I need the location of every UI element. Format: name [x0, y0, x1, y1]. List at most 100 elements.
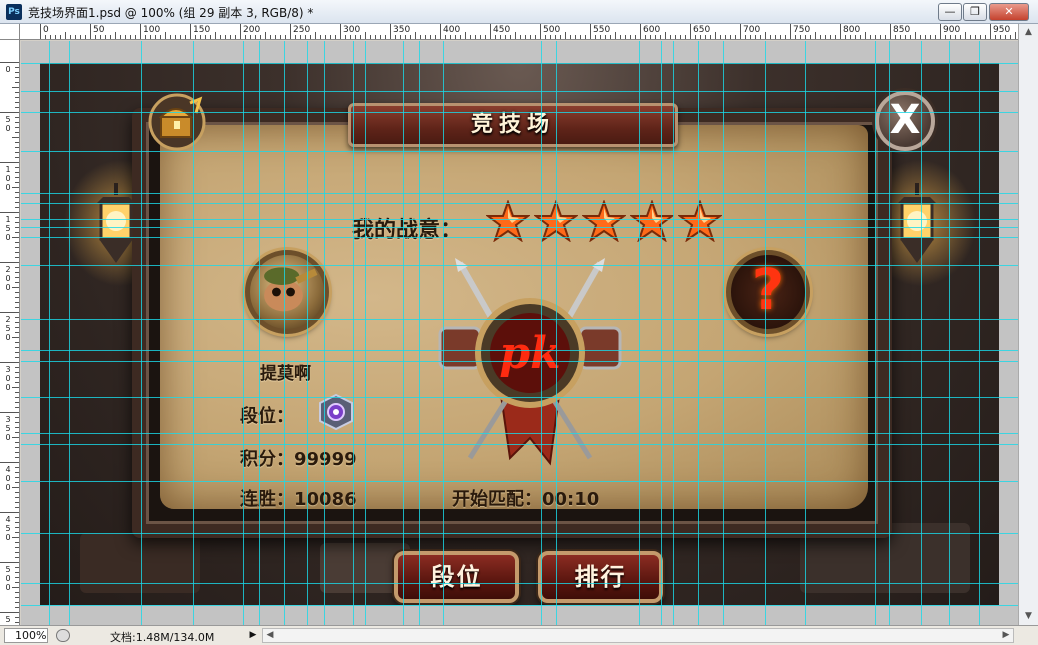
- ruler-minor-tick: [465, 32, 466, 39]
- ruler-minor-tick: [15, 102, 19, 103]
- horizontal-guide-line[interactable]: [21, 91, 1018, 92]
- vertical-guide-line[interactable]: [69, 41, 70, 625]
- ruler-minor-tick: [175, 35, 176, 39]
- vertical-guide-line[interactable]: [353, 41, 354, 625]
- vertical-guide-line[interactable]: [979, 41, 980, 625]
- arena-close-button[interactable]: X: [875, 91, 935, 151]
- player-avatar[interactable]: [245, 250, 329, 334]
- vertical-ruler[interactable]: 0 50 100 150 200 250 300 350 400 450 500 550: [0, 40, 20, 625]
- vertical-guide-line[interactable]: [889, 41, 890, 625]
- zoom-field[interactable]: 100%: [4, 628, 48, 643]
- vertical-guide-line[interactable]: [193, 41, 194, 625]
- horizontal-guide-line[interactable]: [21, 203, 1018, 204]
- horizontal-ruler[interactable]: 0 50 100 150 200 250 300 350 400 450 500 550 600 650 7…: [20, 24, 1020, 40]
- horizontal-guide-line[interactable]: [21, 397, 1018, 398]
- vertical-guide-line[interactable]: [324, 41, 325, 625]
- ruler-minor-tick: [15, 217, 19, 218]
- ruler-major-tick: [490, 24, 491, 39]
- ruler-minor-tick: [15, 267, 19, 268]
- ruler-minor-tick: [195, 35, 196, 39]
- horizontal-guide-line[interactable]: [21, 265, 1018, 266]
- fight-star-icon: [486, 200, 530, 242]
- ruler-minor-tick: [925, 35, 926, 39]
- horizontal-guide-line[interactable]: [21, 319, 1018, 320]
- vertical-guide-line[interactable]: [765, 41, 766, 625]
- minimize-button[interactable]: —: [938, 3, 962, 21]
- vertical-guide-line[interactable]: [723, 41, 724, 625]
- status-menu-arrow-icon[interactable]: ▶: [246, 628, 260, 643]
- horizontal-guide-line[interactable]: [21, 350, 1018, 351]
- horizontal-guide-line[interactable]: [21, 481, 1018, 482]
- horizontal-guide-line[interactable]: [21, 444, 1018, 445]
- vertical-guide-line[interactable]: [49, 41, 50, 625]
- vertical-guide-line[interactable]: [243, 41, 244, 625]
- vertical-guide-line[interactable]: [259, 41, 260, 625]
- ruler-minor-tick: [415, 32, 416, 39]
- ruler-minor-tick: [15, 507, 19, 508]
- vertical-scrollbar[interactable]: ▲ ▼: [1018, 24, 1038, 625]
- ruler-minor-tick: [165, 32, 166, 39]
- player-name: 提莫啊: [260, 364, 311, 384]
- ruler-major-tick: [340, 24, 341, 39]
- horizontal-guide-line[interactable]: [21, 361, 1018, 362]
- horizontal-guide-line[interactable]: [21, 605, 1018, 606]
- ruler-minor-tick: [15, 342, 19, 343]
- ruler-corner[interactable]: [0, 24, 20, 40]
- horizontal-guide-line[interactable]: [21, 112, 1018, 113]
- rank-button[interactable]: 段位: [394, 551, 519, 603]
- horizontal-guide-line[interactable]: [21, 533, 1018, 534]
- ruler-minor-tick: [15, 152, 19, 153]
- ruler-minor-tick: [15, 447, 19, 448]
- scroll-left-arrow-icon[interactable]: ◀: [263, 629, 277, 642]
- ruler-minor-tick: [905, 35, 906, 39]
- horizontal-guide-line[interactable]: [21, 237, 1018, 238]
- vertical-guide-line[interactable]: [365, 41, 366, 625]
- vertical-guide-line[interactable]: [541, 41, 542, 625]
- horizontal-guide-line[interactable]: [21, 219, 1018, 220]
- vertical-guide-line[interactable]: [875, 41, 876, 625]
- vertical-guide-line[interactable]: [307, 41, 308, 625]
- horizontal-guide-line[interactable]: [21, 193, 1018, 194]
- ruler-minor-tick: [15, 127, 19, 128]
- ruler-minor-tick: [695, 35, 696, 39]
- horizontal-guide-line[interactable]: [21, 151, 1018, 152]
- horizontal-guide-line[interactable]: [21, 63, 1018, 64]
- scroll-right-arrow-icon[interactable]: ▶: [999, 629, 1013, 642]
- vertical-guide-line[interactable]: [284, 41, 285, 625]
- horizontal-guide-line[interactable]: [21, 227, 1018, 228]
- horizontal-guide-line[interactable]: [21, 433, 1018, 434]
- ruler-minor-tick: [565, 32, 566, 39]
- vertical-guide-line[interactable]: [141, 41, 142, 625]
- horizontal-scrollbar[interactable]: ◀ ▶: [262, 628, 1014, 643]
- ruler-minor-tick: [135, 35, 136, 39]
- canvas-workarea[interactable]: 竞技场 X 我的战意： 提莫啊 段位： 积分：99999 连胜：10086 ?: [21, 41, 1018, 625]
- ruler-major-tick: [190, 24, 191, 39]
- restore-button[interactable]: ❐: [963, 3, 987, 21]
- vertical-guide-line[interactable]: [673, 41, 674, 625]
- ruler-minor-tick: [15, 92, 19, 93]
- scroll-up-arrow-icon[interactable]: ▲: [1019, 24, 1038, 40]
- navigator-icon[interactable]: [56, 629, 70, 642]
- treasure-chest-icon[interactable]: [148, 93, 206, 151]
- vertical-guide-line[interactable]: [661, 41, 662, 625]
- ruler-label: 250: [293, 25, 311, 35]
- vertical-guide-line[interactable]: [949, 41, 950, 625]
- ruler-minor-tick: [15, 192, 19, 193]
- vertical-guide-line[interactable]: [698, 41, 699, 625]
- vertical-guide-line[interactable]: [443, 41, 444, 625]
- vertical-guide-line[interactable]: [419, 41, 420, 625]
- vertical-guide-line[interactable]: [556, 41, 557, 625]
- close-window-button[interactable]: ✕: [989, 3, 1029, 21]
- pk-emblem-icon[interactable]: pk: [430, 258, 630, 473]
- vertical-guide-line[interactable]: [639, 41, 640, 625]
- horizontal-guide-line[interactable]: [21, 583, 1018, 584]
- ruler-minor-tick: [510, 35, 511, 39]
- vertical-guide-line[interactable]: [403, 41, 404, 625]
- ruler-minor-tick: [205, 35, 206, 39]
- ruler-major-tick: [140, 24, 141, 39]
- vertical-guide-line[interactable]: [921, 41, 922, 625]
- ruler-label: 750: [793, 25, 811, 35]
- vertical-guide-line[interactable]: [805, 41, 806, 625]
- rank-badge-icon[interactable]: [316, 393, 356, 431]
- scroll-down-arrow-icon[interactable]: ▼: [1019, 608, 1038, 624]
